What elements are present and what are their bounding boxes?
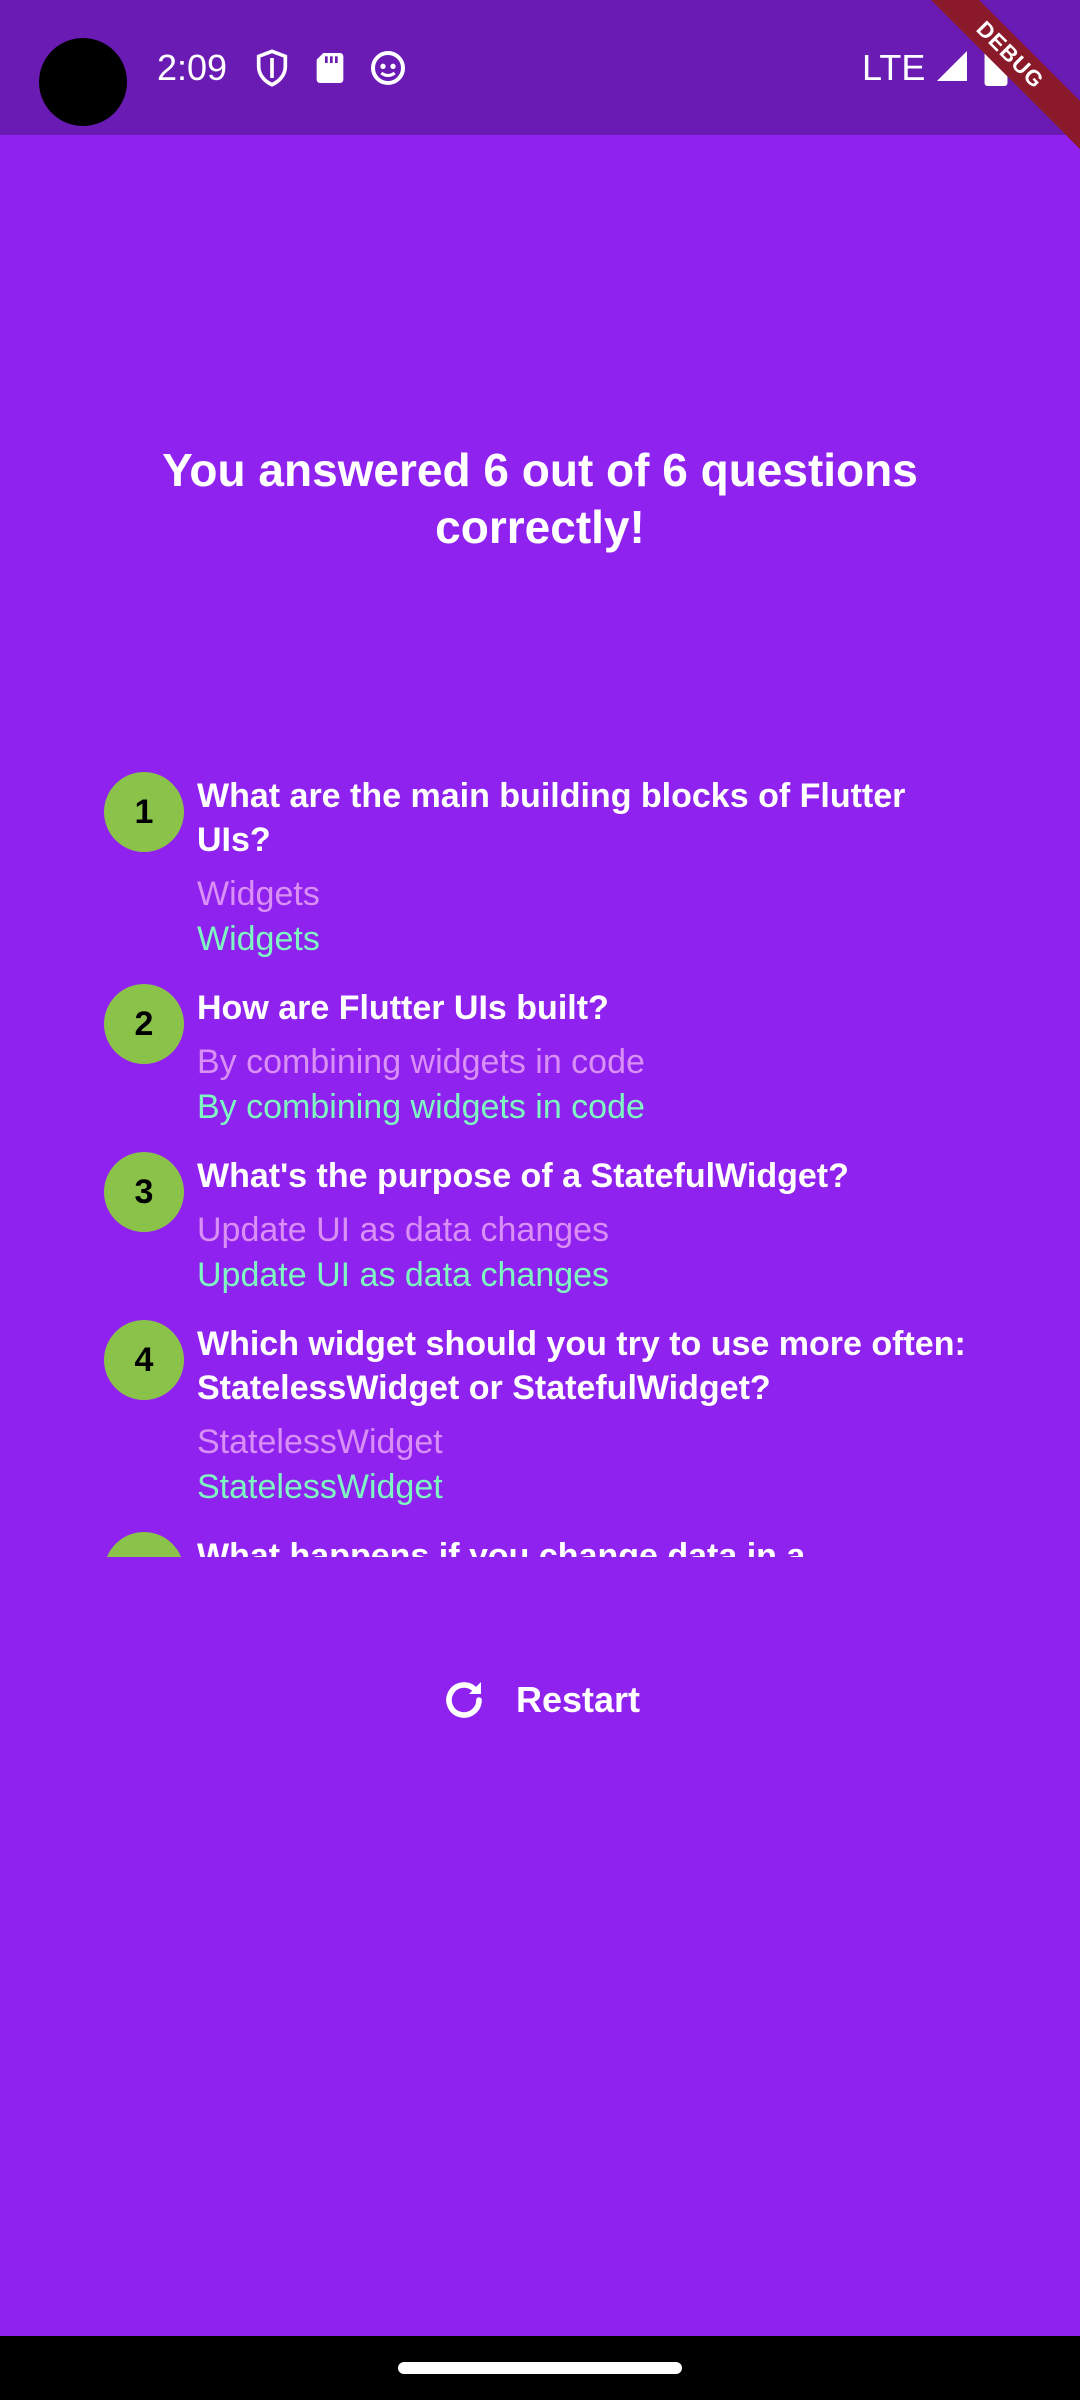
question-text: How are Flutter UIs built? (197, 989, 609, 1027)
question-index-badge: 4 (104, 1320, 184, 1400)
camera-cutout (39, 38, 127, 126)
user-answer: By combining widgets in code (197, 1043, 645, 1081)
result-title: You answered 6 out of 6 questions correc… (162, 444, 918, 553)
correct-answer: StatelessWidget (197, 1468, 443, 1506)
question-index-badge: 2 (104, 984, 184, 1064)
home-indicator[interactable] (398, 2362, 682, 2374)
question-text: What happens if you change data in a (197, 1537, 806, 1557)
correct-answer: Widgets (197, 920, 320, 958)
question-index-badge: 3 (104, 1152, 184, 1232)
restart-icon (440, 1676, 488, 1724)
question-text: What's the purpose of a StatefulWidget? (197, 1157, 849, 1195)
question-text: What are the main building blocks of Flu… (197, 777, 906, 859)
user-answer: StatelessWidget (197, 1423, 443, 1461)
shield-icon (252, 48, 292, 88)
question-index-badge: 5 (104, 1532, 184, 1557)
sd-card-icon (310, 48, 350, 88)
app-notification-icon (368, 48, 408, 88)
correct-answer: By combining widgets in code (197, 1088, 645, 1126)
summary-list[interactable]: 1 What are the main building blocks of F… (0, 762, 1080, 1557)
signal-icon (934, 48, 970, 84)
network-type: LTE (862, 47, 926, 88)
status-time: 2:09 (157, 47, 228, 88)
user-answer: Widgets (197, 875, 320, 913)
status-bar: 2:09 LTE DEBUG (0, 0, 1080, 159)
correct-answer: Update UI as data changes (197, 1256, 610, 1294)
restart-button[interactable]: Restart (440, 1668, 660, 1732)
question-text: Which widget should you try to use more … (197, 1325, 966, 1407)
user-answer: Update UI as data changes (197, 1211, 610, 1249)
question-index-badge: 1 (104, 772, 184, 852)
restart-label: Restart (516, 1679, 641, 1720)
